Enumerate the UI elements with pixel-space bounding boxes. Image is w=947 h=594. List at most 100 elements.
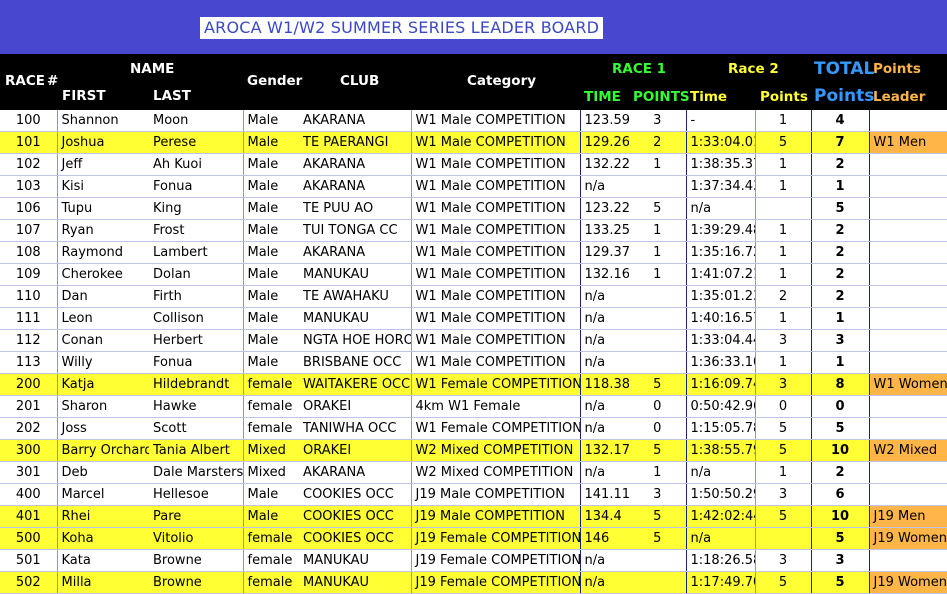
race2-time-cell: 1:17:49.70 (686, 571, 756, 594)
total-points-cell: 2 (811, 153, 870, 177)
last-name-cell: Browne (149, 571, 244, 594)
last-name-cell: King (149, 197, 244, 221)
gender-cell: Male (243, 307, 299, 331)
last-name-cell: Browne (149, 549, 244, 573)
race2-points-cell: 0 (755, 395, 812, 419)
total-points-cell: 5 (811, 197, 870, 221)
last-name-cell: Hildebrandt (149, 373, 244, 397)
club-cell: TE AWAHAKU (299, 285, 412, 309)
first-name-cell: Joss (57, 417, 149, 441)
race1-time-cell: 132.17 (580, 439, 629, 463)
total-points-cell: 2 (811, 241, 870, 265)
last-name-cell: Dolan (149, 263, 244, 287)
race1-time-cell: 141.11 (580, 483, 629, 507)
leaderboard-table: 100 Shannon Moon Male AKARANA W1 Male COMPETI… (0, 110, 947, 594)
race1-points-cell: 3 (629, 110, 687, 133)
club-cell: AKARANA (299, 153, 412, 177)
race1-time-cell: n/a (580, 175, 629, 199)
club-cell: AKARANA (299, 110, 412, 133)
race2-time-cell: 1:39:29.48 (686, 219, 756, 243)
header-race2-points: Points (760, 89, 808, 105)
race1-points-cell (629, 351, 687, 375)
club-cell: AKARANA (299, 241, 412, 265)
race1-points-cell: 1 (629, 241, 687, 265)
category-cell: J19 Female COMPETITION (411, 571, 581, 594)
last-name-cell: Hawke (149, 395, 244, 419)
race1-time-cell: 133.25 (580, 219, 629, 243)
club-cell: ORAKEI (299, 395, 412, 419)
first-name-cell: Conan (57, 329, 149, 353)
last-name-cell: Lambert (149, 241, 244, 265)
gender-cell: female (243, 549, 299, 573)
total-points-cell: 5 (811, 571, 870, 594)
race-number-cell: 111 (0, 307, 58, 331)
race-number-cell: 502 (0, 571, 58, 594)
first-name-cell: Cherokee (57, 263, 149, 287)
race1-time-cell: 118.38 (580, 373, 629, 397)
first-name-cell: Shannon (57, 110, 149, 133)
race1-points-cell (629, 307, 687, 331)
race1-time-cell: n/a (580, 395, 629, 419)
table-row: 100 Shannon Moon Male AKARANA W1 Male COMPETI… (0, 110, 947, 133)
race1-time-cell: 132.16 (580, 263, 629, 287)
race1-points-cell (629, 175, 687, 199)
gender-cell: female (243, 527, 299, 551)
header-race: RACE (5, 73, 45, 89)
race1-points-cell: 3 (629, 483, 687, 507)
category-cell: W1 Male COMPETITION (411, 329, 581, 353)
race-number-cell: 200 (0, 373, 58, 397)
race1-points-cell (629, 549, 687, 573)
header-leader: Leader (873, 89, 926, 105)
club-cell: MANUKAU (299, 263, 412, 287)
header-race1-time: TIME (584, 89, 621, 105)
race-number-cell: 400 (0, 483, 58, 507)
race2-time-cell: 1:33:04.01 (686, 131, 756, 155)
club-cell: ORAKEI (299, 439, 412, 463)
club-cell: COOKIES OCC (299, 527, 412, 551)
gender-cell: female (243, 571, 299, 594)
race1-time-cell: 123.59 (580, 110, 629, 133)
total-points-cell: 6 (811, 483, 870, 507)
category-cell: W1 Male COMPETITION (411, 351, 581, 375)
race1-points-cell (629, 285, 687, 309)
table-row: 400 Marcel Hellesoe Male COOKIES OCC J19 Male… (0, 483, 947, 507)
first-name-cell: Leon (57, 307, 149, 331)
race-number-cell: 300 (0, 439, 58, 463)
leader-cell (869, 307, 947, 331)
total-points-cell: 1 (811, 307, 870, 331)
total-points-cell: 2 (811, 219, 870, 243)
race-number-cell: 102 (0, 153, 58, 177)
race2-points-cell: 1 (755, 263, 812, 287)
race2-points-cell: 1 (755, 307, 812, 331)
race2-time-cell: 1:38:55.79 (686, 439, 756, 463)
race-number-cell: 107 (0, 219, 58, 243)
race2-time-cell: 1:40:16.57 (686, 307, 756, 331)
race2-time-cell: n/a (686, 461, 756, 485)
table-row: 111 Leon Collison Male MANUKAU W1 Male COMPET… (0, 307, 947, 331)
total-points-cell: 1 (811, 351, 870, 375)
page-title: AROCA W1/W2 SUMMER SERIES LEADER BOARD (200, 17, 604, 39)
race1-time-cell: 134.4 (580, 505, 629, 529)
club-cell: TANIWHA OCC (299, 417, 412, 441)
last-name-cell: Scott (149, 417, 244, 441)
total-points-cell: 3 (811, 549, 870, 573)
race1-time-cell: n/a (580, 351, 629, 375)
leader-cell: J19 Women (869, 571, 947, 594)
last-name-cell: Hellesoe (149, 483, 244, 507)
table-row: 102 Jeff Ah Kuoi Male AKARANA W1 Male COMPETI… (0, 153, 947, 177)
first-name-cell: Milla (57, 571, 149, 594)
race1-points-cell: 2 (629, 131, 687, 155)
table-row: 103 Kisi Fonua Male AKARANA W1 Male COMPETITI… (0, 175, 947, 199)
leader-cell (869, 483, 947, 507)
last-name-cell: Pare (149, 505, 244, 529)
gender-cell: Male (243, 285, 299, 309)
last-name-cell: Fonua (149, 175, 244, 199)
category-cell: W2 Mixed COMPETITION (411, 461, 581, 485)
first-name-cell: Koha (57, 527, 149, 551)
race-number-cell: 106 (0, 197, 58, 221)
race1-points-cell: 5 (629, 527, 687, 551)
leaderboard-body: 100 Shannon Moon Male AKARANA W1 Male COMPETI… (0, 110, 947, 594)
gender-cell: female (243, 417, 299, 441)
race2-time-cell: 0:50:42.96 (686, 395, 756, 419)
category-cell: W1 Male COMPETITION (411, 175, 581, 199)
